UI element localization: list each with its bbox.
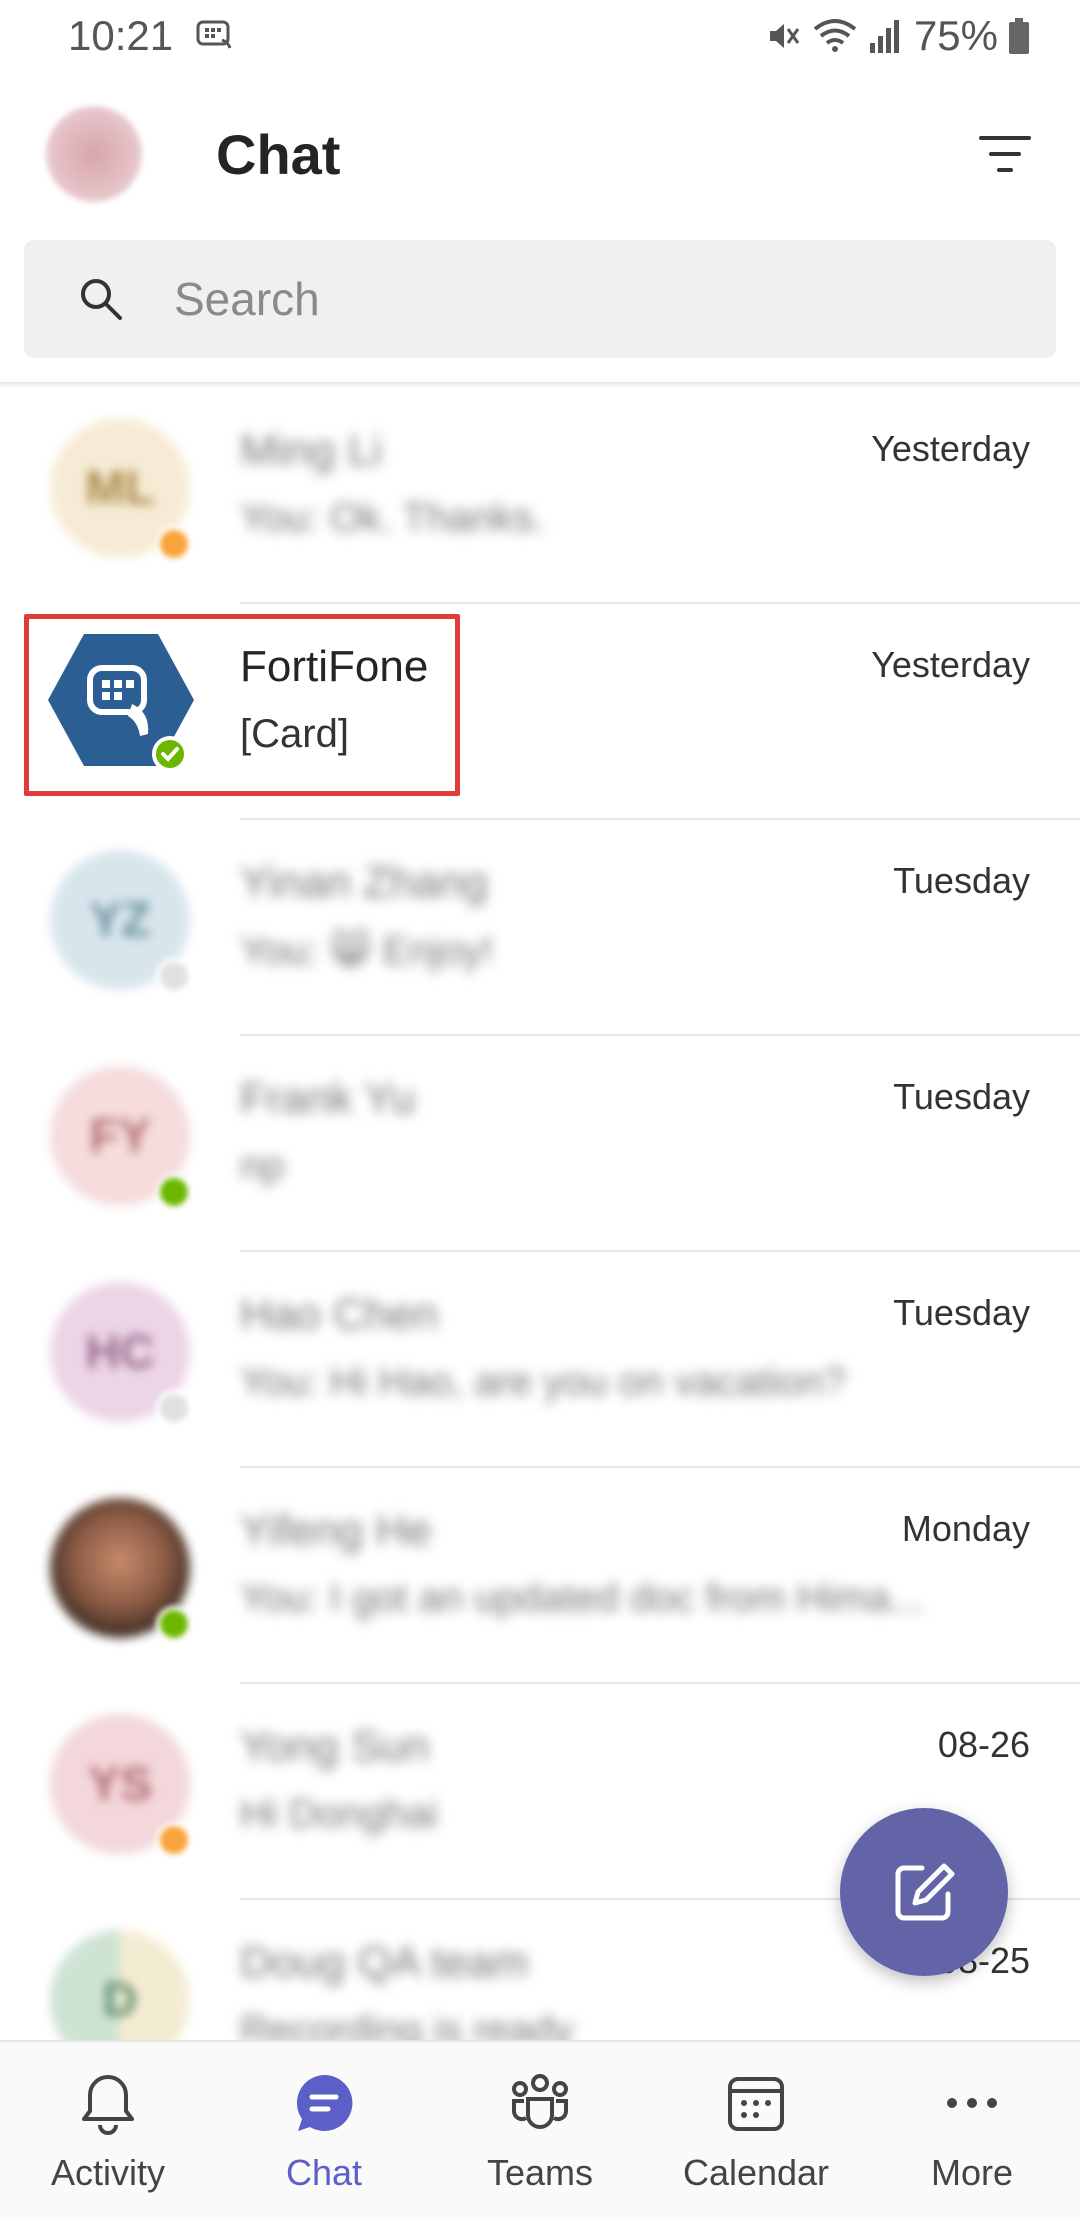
chat-time: Tuesday [893, 860, 1030, 901]
search-input[interactable] [174, 240, 1014, 358]
chat-time: Tuesday [893, 1292, 1030, 1333]
search-bar[interactable] [24, 240, 1056, 358]
chat-preview: You: Hi Hao, are you on vacation? [240, 1360, 846, 1404]
header: Chat [0, 72, 1080, 232]
nav-label: Chat [285, 2152, 363, 2193]
chat-name: Yinan Zhang [240, 858, 488, 907]
presence-offline-icon [156, 1390, 192, 1426]
page-title: Chat [216, 123, 341, 186]
bell-icon [73, 2068, 143, 2138]
status-icons: 75% [764, 12, 1030, 60]
chat-item[interactable]: ML Ming Li You: Ok. Thanks. Yesterday [0, 388, 1080, 604]
chat-name: Yifeng He [240, 1506, 432, 1555]
nav-more[interactable]: More [864, 2042, 1080, 2220]
bottom-nav: Activity Chat Teams Calendar More [0, 2040, 1080, 2220]
calendar-icon [721, 2068, 791, 2138]
chat-item[interactable]: HC Hao Chen You: Hi Hao, are you on vaca… [0, 1252, 1080, 1468]
chat-time: Yesterday [871, 644, 1030, 685]
chat-preview: Hi Donghai [240, 1792, 438, 1836]
chat-item[interactable]: YZ Yinan Zhang You: 😸 Enjoy! Tuesday [0, 820, 1080, 1036]
chat-preview: You: I got an updated doc from Hima... [240, 1576, 924, 1620]
chat-preview: np [240, 1144, 285, 1188]
teams-icon [505, 2068, 575, 2138]
chat-name: Frank Yu [240, 1074, 416, 1123]
chat-item-fortifone[interactable]: FortiFone [Card] Yesterday [0, 604, 1080, 820]
chat-preview: Recording is ready [240, 2008, 574, 2040]
presence-away-icon [156, 526, 192, 562]
chat-time: Yesterday [871, 428, 1030, 469]
status-time: 10:21 [68, 12, 174, 59]
chat-icon [289, 2068, 359, 2138]
group-avatar: D [50, 1930, 190, 2040]
chat-name: Ming Li [240, 426, 382, 475]
nav-teams[interactable]: Teams [432, 2042, 648, 2220]
nav-calendar[interactable]: Calendar [648, 2042, 864, 2220]
nav-label: More [930, 2152, 1014, 2193]
battery-percent: 75% [913, 12, 998, 59]
nav-activity[interactable]: Activity [0, 2042, 216, 2220]
presence-away-icon [156, 1822, 192, 1858]
chat-list: ML Ming Li You: Ok. Thanks. Yesterday Fo… [0, 388, 1080, 2040]
new-chat-button[interactable] [840, 1808, 1008, 1976]
nav-label: Teams [486, 2152, 594, 2193]
presence-offline-icon [156, 958, 192, 994]
chat-name: Hao Chen [240, 1290, 439, 1339]
search-icon [81, 279, 122, 320]
chat-item[interactable]: Yifeng He You: I got an updated doc from… [0, 1468, 1080, 1684]
chat-name: Doug QA team [240, 1938, 529, 1987]
highlight-box [24, 614, 460, 796]
status-bar: 10:21 75% [0, 0, 1080, 72]
signal-icon [869, 20, 899, 53]
presence-available-icon [156, 1174, 192, 1210]
mute-icon [769, 24, 800, 48]
battery-icon [1009, 18, 1029, 54]
chat-item[interactable]: FY Frank Yu np Tuesday [0, 1036, 1080, 1252]
more-icon [937, 2068, 1007, 2138]
wifi-icon [813, 19, 857, 52]
chat-time: Monday [901, 1508, 1030, 1549]
profile-avatar[interactable] [46, 106, 142, 202]
filter-button[interactable] [970, 122, 1040, 186]
nav-chat[interactable]: Chat [216, 2042, 432, 2220]
chat-name: Yong Sun [240, 1722, 430, 1771]
filter-icon [979, 136, 1031, 172]
fortifone-status-icon [196, 20, 232, 49]
chat-time: 08-26 [937, 1724, 1030, 1765]
chat-preview: You: Ok. Thanks. [240, 496, 545, 540]
presence-available-icon [156, 1606, 192, 1642]
chat-preview: You: 😸 Enjoy! [240, 929, 494, 973]
nav-label: Calendar [682, 2152, 830, 2193]
compose-icon [895, 1863, 955, 1921]
nav-label: Activity [50, 2152, 165, 2193]
chat-time: Tuesday [893, 1076, 1030, 1117]
